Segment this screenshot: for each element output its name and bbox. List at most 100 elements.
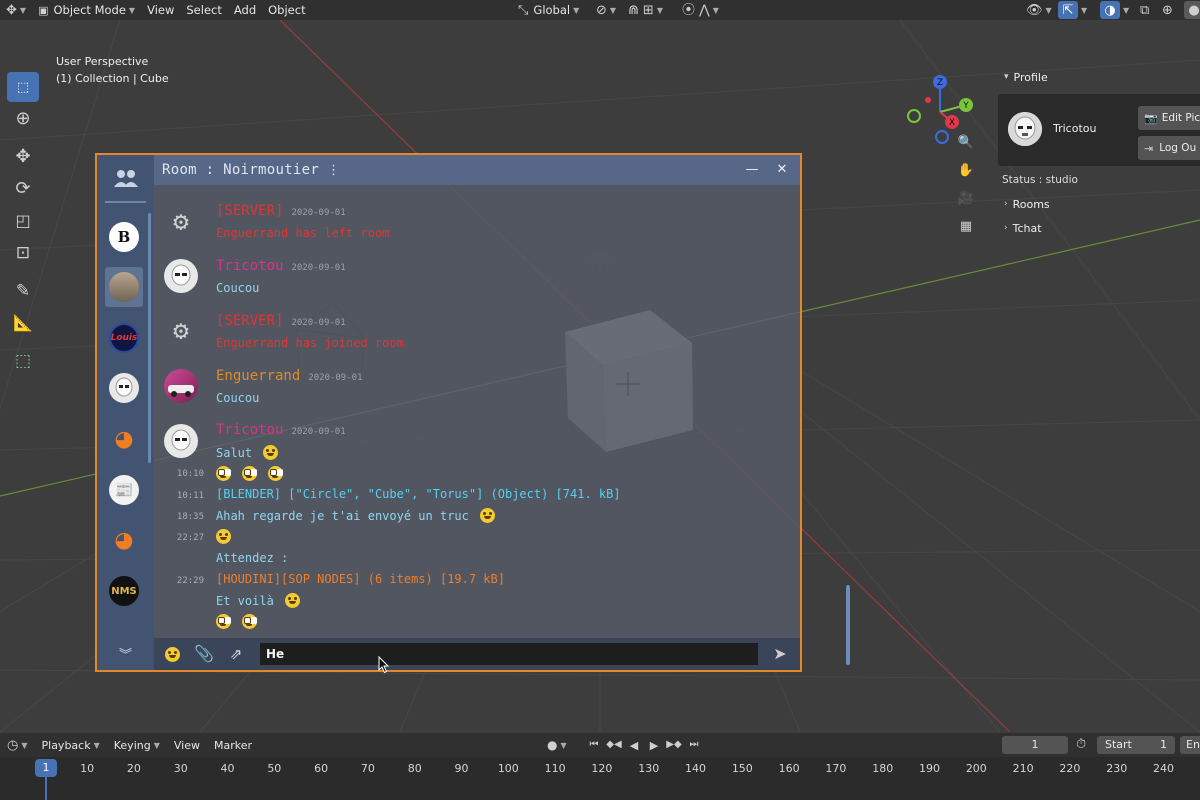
room-item-louis[interactable]: Louis <box>105 318 143 358</box>
houdini-attachment-link[interactable]: [HOUDINI][SOP NODES] (6 items) [19.7 kB] <box>216 572 505 586</box>
add-cube-tool[interactable]: ⬚ <box>7 346 39 376</box>
rotate-tool[interactable]: ⟳ <box>7 174 39 204</box>
move-tool[interactable]: ✥ <box>7 142 39 172</box>
frame-number: 190 <box>919 762 941 775</box>
edit-picture-button[interactable]: 📷 Edit Pict <box>1138 106 1200 130</box>
end-frame-field[interactable]: En <box>1180 736 1200 754</box>
ortho-toggle-button[interactable]: ▦ <box>954 214 978 238</box>
users-button[interactable] <box>105 155 146 203</box>
auto-keying-toggle[interactable]: ● ▼ <box>540 739 574 751</box>
jump-start-icon: ⏮ <box>589 739 599 750</box>
jump-start-button[interactable]: ⏮ <box>584 736 604 754</box>
message-input[interactable] <box>260 643 758 665</box>
logout-button[interactable]: ⇥ Log Ou <box>1138 136 1200 160</box>
frame-number: 80 <box>407 762 422 775</box>
scale-tool[interactable]: ◰ <box>7 206 39 236</box>
gizmo-toggle[interactable]: ⇱ ▼ <box>1052 0 1093 20</box>
editor-type-menu[interactable]: ✥ ▼ <box>0 0 32 20</box>
pivot-select[interactable]: ⊘ ▼ <box>590 0 622 20</box>
snap-toggle[interactable]: ⋒ ⊞ ▼ <box>622 0 669 20</box>
menu-view[interactable]: View <box>141 0 180 20</box>
frame-number: 90 <box>454 762 469 775</box>
transform-orientation-select[interactable]: ⤡ Global ▼ <box>512 0 585 20</box>
message-date: 2020-09-01 <box>291 427 346 437</box>
emoji-button[interactable] <box>156 640 188 668</box>
start-frame-field[interactable]: Start 1 <box>1097 736 1175 754</box>
frame-number: 70 <box>360 762 375 775</box>
room-item-blender-2[interactable]: ◕ <box>105 520 143 560</box>
room-item-nms[interactable]: NMS <box>105 571 143 611</box>
trooper-icon <box>171 264 191 286</box>
frame-number: 200 <box>965 762 987 775</box>
attach-button[interactable]: 📎 <box>188 640 220 668</box>
message-author: Tricotou 2020-09-01 <box>216 422 346 438</box>
transform-tool[interactable]: ⊡ <box>7 238 39 268</box>
measure-tool[interactable]: 📐 <box>7 308 39 338</box>
menu-select[interactable]: Select <box>180 0 227 20</box>
expand-rooms-button[interactable]: ︾ <box>97 640 154 670</box>
next-keyframe-button[interactable]: ▶◆ <box>664 736 684 754</box>
camera-view-button[interactable]: 🎥 <box>954 186 978 210</box>
message-time: 22:29 <box>176 576 204 586</box>
close-button[interactable]: ✕ <box>774 160 790 178</box>
frame-number: 40 <box>220 762 235 775</box>
xray-toggle[interactable]: ⧉ <box>1134 0 1155 20</box>
room-item-newspaper[interactable]: 📰 <box>105 470 143 510</box>
gear-icon: ⚙ <box>173 316 189 346</box>
proportional-edit-toggle[interactable]: ⦿ ⋀ ▼ <box>676 0 725 20</box>
shading-solid-button[interactable]: ● <box>1178 0 1200 20</box>
timeline-ruler[interactable]: 1 10 20 30 40 50 60 70 80 90 100 110 120 130 140 150 16… <box>0 757 1200 800</box>
blender-logo-icon: ◕ <box>114 426 134 452</box>
room-item-noirmoutier[interactable] <box>105 267 143 307</box>
pan-button[interactable]: ✋ <box>954 158 978 182</box>
message-list[interactable]: ⚙ [SERVER] 2020-09-01 Enguerrand has left… <box>154 185 850 665</box>
trooper-icon <box>171 429 191 451</box>
message-line: Et voilà <box>216 593 304 608</box>
rooms-section-toggle[interactable]: › Rooms <box>998 192 1200 216</box>
profile-header-label: Profile <box>1013 70 1048 84</box>
current-frame-field[interactable]: 1 <box>1002 736 1068 754</box>
room-item-trooper[interactable] <box>105 368 143 408</box>
blender-attachment-link[interactable]: [BLENDER] ["Circle", "Cube", "Torus"] (O… <box>216 487 621 501</box>
room-menu-button[interactable]: ⋮ <box>327 163 340 178</box>
tool-shelf: ⬚ ⊕ ✥ ⟳ ◰ ⊡ ✎ 📐 ⬚ <box>7 72 41 378</box>
marker-menu[interactable]: Marker <box>207 739 259 752</box>
profile-header[interactable]: ▾ Profile <box>998 66 1200 88</box>
zoom-button[interactable]: 🔍 <box>954 130 978 154</box>
timeline-editor-type[interactable]: ◷ ▼ <box>0 739 35 752</box>
shading-wireframe-button[interactable]: ⊕ <box>1156 0 1179 20</box>
annotate-tool[interactable]: ✎ <box>7 276 39 306</box>
viewport-info: User Perspective (1) Collection | Cube <box>56 53 169 87</box>
menu-add[interactable]: Add <box>228 0 262 20</box>
mode-select[interactable]: ▣ Object Mode ▼ <box>32 0 141 20</box>
cursor-tool[interactable]: ⊕ <box>7 104 39 134</box>
play-button[interactable]: ▶ <box>644 736 664 754</box>
magnet-icon: ⋒ <box>628 2 639 18</box>
minimize-button[interactable]: — <box>744 161 760 177</box>
chat-title-bar[interactable]: Room : Noirmoutier ⋮ — ✕ <box>154 155 800 185</box>
smile-emoji-icon <box>480 508 496 523</box>
tchat-section-toggle[interactable]: › Tchat <box>998 216 1200 240</box>
frame-number: 100 <box>497 762 519 775</box>
play-reverse-button[interactable]: ◀ <box>624 736 644 754</box>
timeline-view-menu[interactable]: View <box>167 739 207 752</box>
jump-end-button[interactable]: ⏭ <box>684 736 704 754</box>
room-item-blender-1[interactable]: ◕ <box>105 419 143 459</box>
overlay-toggle[interactable]: ◑ ▼ <box>1094 0 1135 20</box>
share-button[interactable]: ⇗ <box>220 640 252 668</box>
playhead-frame-badge[interactable]: 1 <box>35 759 57 777</box>
menu-object[interactable]: Object <box>262 0 311 20</box>
stopwatch-icon[interactable]: ⏱ <box>1076 738 1086 751</box>
message-text: Coucou <box>216 281 260 295</box>
room-list-scrollbar[interactable] <box>148 213 151 463</box>
message-scrollbar[interactable] <box>846 585 850 665</box>
room-item-b[interactable]: B <box>105 217 143 257</box>
send-button[interactable]: ➤ <box>764 640 796 668</box>
playback-menu[interactable]: Playback ▼ <box>35 739 107 752</box>
playhead-line[interactable] <box>45 777 47 800</box>
orientation-icon: ⤡ <box>518 2 529 18</box>
pivot-icon: ⊘ <box>596 2 607 18</box>
prev-keyframe-button[interactable]: ◆◀ <box>604 736 624 754</box>
keying-menu[interactable]: Keying ▼ <box>107 739 167 752</box>
select-box-tool[interactable]: ⬚ <box>7 72 39 102</box>
